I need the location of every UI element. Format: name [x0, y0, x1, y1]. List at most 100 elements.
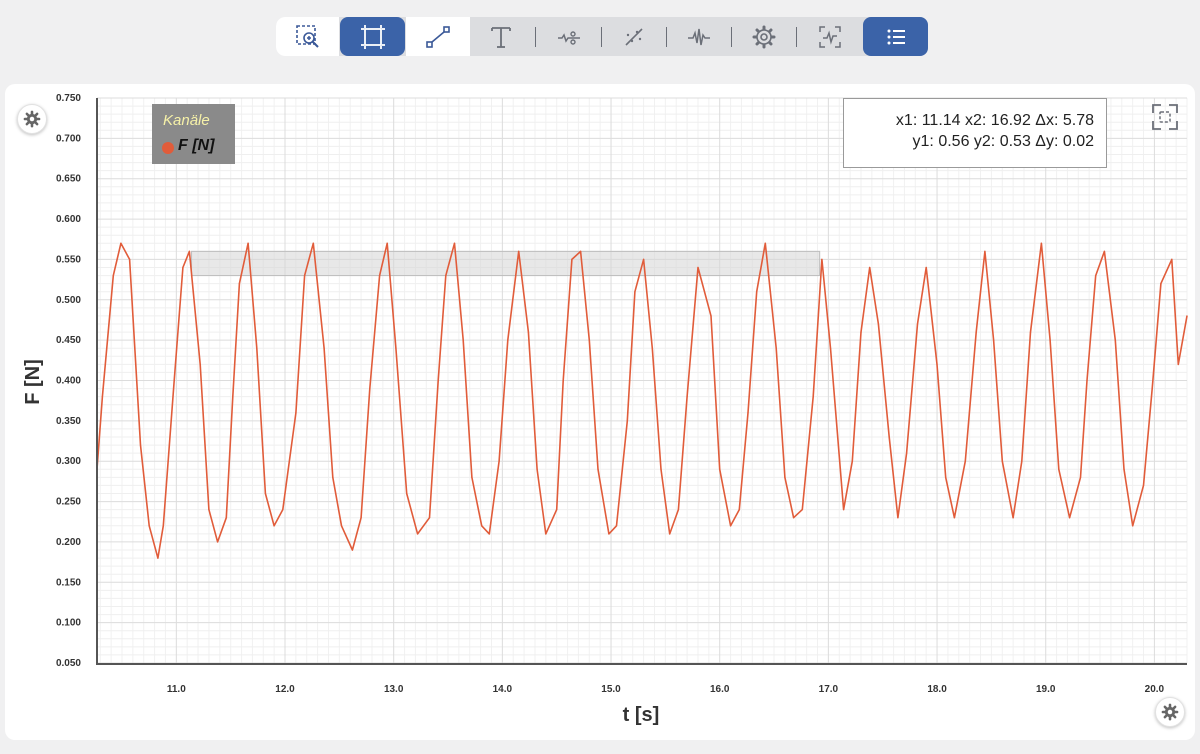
y-tick-label: 0.050: [56, 658, 81, 669]
data-point: [906, 452, 908, 454]
data-point: [1123, 468, 1125, 470]
data-point: [756, 291, 758, 293]
data-point: [730, 525, 732, 527]
data-point: [1040, 242, 1042, 244]
data-point: [1177, 363, 1179, 365]
legend-swatch: [162, 142, 174, 154]
data-point: [295, 412, 297, 414]
data-point: [626, 420, 628, 422]
data-point: [162, 525, 164, 527]
fullscreen-icon: [1152, 104, 1178, 130]
data-point: [428, 517, 431, 519]
y-tick-label: 0.200: [56, 537, 81, 548]
y-axis-settings-button[interactable]: [17, 104, 47, 134]
data-point: [360, 517, 362, 519]
data-point: [273, 525, 275, 527]
legend-channel-label[interactable]: F [N]: [178, 137, 214, 155]
data-point: [888, 436, 890, 438]
x-axis-settings-button[interactable]: [1155, 697, 1185, 727]
x-tick-label: 20.0: [1145, 684, 1165, 695]
y-tick-label: 0.700: [56, 133, 81, 144]
readout-y-line: y1: 0.56 y2: 0.53 Δy: 0.02: [912, 133, 1094, 150]
cursor-readout: x1: 11.14 x2: 16.92 Δx: 5.78 y1: 0.56 y2…: [843, 98, 1107, 168]
data-point: [129, 258, 131, 260]
data-point: [1114, 339, 1116, 341]
y-tick-label: 0.750: [56, 93, 81, 104]
readout-x-line: x1: 11.14 x2: 16.92 Δx: 5.78: [895, 112, 1094, 129]
data-point: [1069, 517, 1071, 519]
data-point: [669, 533, 671, 535]
x-tick-label: 15.0: [601, 684, 621, 695]
data-point: [634, 291, 636, 293]
data-point: [406, 492, 408, 495]
data-point: [481, 525, 483, 527]
x-axis-label: t [s]: [623, 704, 660, 726]
data-point: [580, 250, 582, 252]
data-point: [217, 541, 219, 543]
y-tick-label: 0.500: [56, 295, 81, 306]
data-point: [1001, 460, 1003, 462]
data-point: [188, 250, 190, 252]
x-tick-label: 13.0: [384, 684, 404, 695]
data-point: [556, 509, 558, 511]
selection-layer: [191, 250, 821, 277]
data-point: [386, 242, 388, 244]
data-point: [157, 557, 159, 559]
data-point: [869, 266, 871, 269]
data-point: [437, 379, 439, 382]
gear-icon: [23, 110, 41, 128]
data-point: [677, 509, 680, 511]
data-point: [860, 331, 862, 333]
data-point: [453, 242, 456, 244]
data-point: [936, 363, 938, 365]
data-point: [312, 242, 314, 244]
data-point: [571, 258, 573, 260]
data-point: [719, 468, 721, 470]
data-point: [332, 476, 334, 478]
data-point: [821, 258, 823, 260]
data-point: [1095, 275, 1097, 277]
data-point: [945, 476, 947, 478]
data-point: [395, 347, 397, 349]
data-point: [379, 275, 381, 277]
data-point: [953, 517, 956, 519]
x-tick-label: 19.0: [1036, 684, 1056, 695]
y-tick-label: 0.150: [56, 577, 81, 588]
y-tick-label: 0.450: [56, 335, 81, 346]
y-tick-label: 0.550: [56, 254, 81, 265]
gear-icon: [1161, 703, 1179, 721]
data-point: [1079, 476, 1082, 478]
data-point: [1029, 331, 1032, 333]
data-point: [660, 468, 662, 470]
data-point: [643, 258, 645, 260]
data-point: [984, 250, 986, 252]
data-point: [120, 242, 122, 244]
data-point: [925, 266, 927, 269]
data-point: [225, 517, 227, 519]
data-point: [793, 517, 795, 519]
legend-title: Kanäle: [163, 112, 210, 129]
y-tick-label: 0.300: [56, 456, 81, 467]
data-point: [784, 476, 786, 478]
data-point: [710, 315, 712, 317]
x-tick-label: 11.0: [167, 684, 186, 695]
data-point: [304, 275, 306, 277]
data-point: [1151, 388, 1153, 390]
data-point: [1142, 484, 1145, 486]
data-point: [199, 363, 201, 365]
x-tick-label: 12.0: [275, 684, 295, 695]
data-point: [247, 242, 249, 244]
fullscreen-button[interactable]: [1150, 102, 1180, 132]
data-point: [843, 509, 845, 511]
data-point: [264, 492, 266, 495]
data-point: [256, 347, 258, 349]
data-point: [498, 460, 500, 462]
data-point: [139, 444, 142, 446]
data-point: [208, 509, 210, 511]
data-point: [597, 468, 599, 470]
legend: Kanäle F [N]: [152, 104, 235, 164]
data-point: [829, 347, 832, 349]
data-point: [282, 509, 284, 511]
data-point: [148, 525, 150, 527]
data-point: [462, 339, 464, 341]
